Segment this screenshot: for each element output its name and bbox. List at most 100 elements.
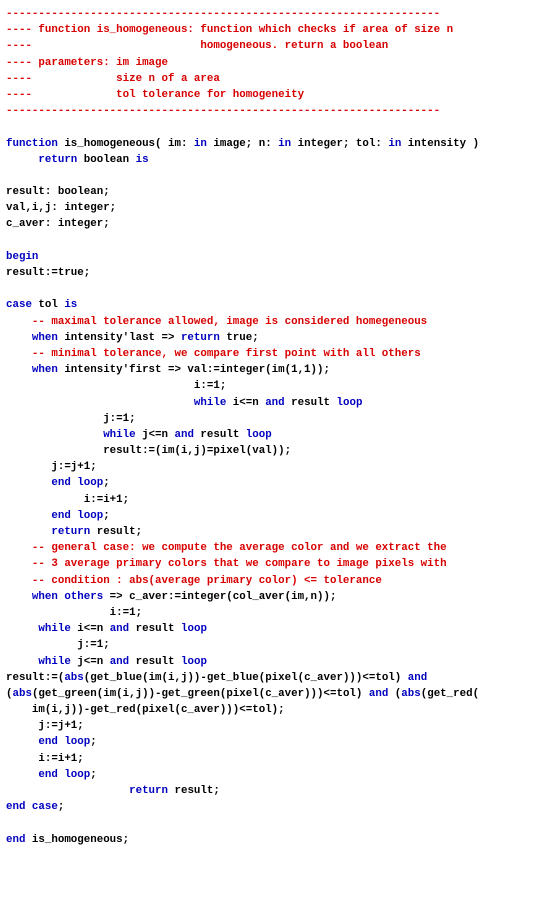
code-line: end loop; bbox=[6, 508, 542, 524]
code-token: ; bbox=[103, 477, 109, 489]
code-token: i:=i+1; bbox=[6, 753, 84, 765]
code-token: (get_blue(im(i,j))-get_blue(pixel(c_aver… bbox=[84, 672, 408, 684]
code-token: is_homogeneous; bbox=[25, 834, 129, 846]
code-token: result:=( bbox=[6, 672, 64, 684]
code-line: when intensity'last => return true; bbox=[6, 330, 542, 346]
code-token: i:=1; bbox=[6, 380, 226, 392]
code-token: and bbox=[175, 429, 194, 441]
code-line: while j<=n and result loop bbox=[6, 427, 542, 443]
code-token: case bbox=[6, 299, 32, 311]
code-token: return bbox=[129, 785, 168, 797]
code-line: return result; bbox=[6, 783, 542, 799]
code-line: -- general case: we compute the average … bbox=[6, 540, 542, 556]
code-token: result bbox=[285, 397, 337, 409]
code-token: while bbox=[103, 429, 135, 441]
code-line: when others => c_aver:=integer(col_aver(… bbox=[6, 589, 542, 605]
code-line: i:=i+1; bbox=[6, 492, 542, 508]
code-token bbox=[6, 623, 38, 635]
code-token: ---- tol tolerance for homogeneity bbox=[6, 89, 304, 101]
code-token: while bbox=[194, 397, 226, 409]
code-token: abs bbox=[401, 688, 420, 700]
code-token: result:=(im(i,j)=pixel(val)); bbox=[6, 445, 291, 457]
code-token bbox=[6, 316, 32, 328]
code-line: ---- homogeneous. return a boolean bbox=[6, 38, 542, 54]
code-token: ---- size n of a area bbox=[6, 73, 220, 85]
code-token: j<=n bbox=[71, 656, 110, 668]
code-line: end loop; bbox=[6, 767, 542, 783]
code-token: end loop bbox=[51, 510, 103, 522]
code-line bbox=[6, 168, 542, 184]
code-token: intensity'first => val:=integer(im(1,1))… bbox=[58, 364, 330, 376]
code-token: ; bbox=[58, 801, 64, 813]
code-token: return bbox=[51, 526, 90, 538]
code-token: => c_aver:=integer(col_aver(im,n)); bbox=[103, 591, 336, 603]
code-token: -- condition : abs(average primary color… bbox=[32, 575, 382, 587]
code-token: intensity ) bbox=[401, 138, 479, 150]
code-line: ---- function is_homogeneous: function w… bbox=[6, 22, 542, 38]
code-token bbox=[6, 591, 32, 603]
code-token: return bbox=[38, 154, 77, 166]
code-token: end loop bbox=[38, 736, 90, 748]
code-listing: ----------------------------------------… bbox=[6, 6, 542, 848]
code-token: i<=n bbox=[226, 397, 265, 409]
code-token: i:=i+1; bbox=[6, 494, 129, 506]
code-token: abs bbox=[64, 672, 83, 684]
code-token: j<=n bbox=[136, 429, 175, 441]
code-line: end loop; bbox=[6, 475, 542, 491]
code-token: image; n: bbox=[207, 138, 278, 150]
code-token: result bbox=[129, 656, 181, 668]
code-token: -- general case: we compute the average … bbox=[32, 542, 447, 554]
code-token: -- minimal tolerance, we compare first p… bbox=[32, 348, 421, 360]
code-token: j:=1; bbox=[6, 639, 110, 651]
code-line: (abs(get_green(im(i,j))-get_green(pixel(… bbox=[6, 686, 542, 702]
code-token bbox=[6, 429, 103, 441]
code-line: j:=j+1; bbox=[6, 718, 542, 734]
code-line: im(i,j))-get_red(pixel(c_aver)))<=tol); bbox=[6, 702, 542, 718]
code-token bbox=[6, 397, 194, 409]
code-token: function bbox=[6, 138, 58, 150]
code-token: -- maximal tolerance allowed, image is c… bbox=[32, 316, 427, 328]
code-token: loop bbox=[337, 397, 363, 409]
code-token: while bbox=[38, 656, 70, 668]
code-line: result:=(im(i,j)=pixel(val)); bbox=[6, 443, 542, 459]
code-line: result:=(abs(get_blue(im(i,j))-get_blue(… bbox=[6, 670, 542, 686]
code-line: j:=j+1; bbox=[6, 459, 542, 475]
code-line: c_aver: integer; bbox=[6, 216, 542, 232]
code-token bbox=[6, 332, 32, 344]
code-token bbox=[6, 575, 32, 587]
code-token: loop bbox=[181, 656, 207, 668]
code-line: ---- parameters: im image bbox=[6, 55, 542, 71]
code-token: i<=n bbox=[71, 623, 110, 635]
code-line bbox=[6, 233, 542, 249]
code-line: ---- size n of a area bbox=[6, 71, 542, 87]
code-token: ( bbox=[388, 688, 401, 700]
code-token: when others bbox=[32, 591, 103, 603]
code-token: end loop bbox=[38, 769, 90, 781]
code-line: ----------------------------------------… bbox=[6, 6, 542, 22]
code-token: c_aver: integer; bbox=[6, 218, 110, 230]
code-line: when intensity'first => val:=integer(im(… bbox=[6, 362, 542, 378]
code-line: end is_homogeneous; bbox=[6, 832, 542, 848]
code-token: j:=j+1; bbox=[6, 720, 84, 732]
code-token bbox=[6, 656, 38, 668]
code-token: im(i,j))-get_red(pixel(c_aver)))<=tol); bbox=[6, 704, 285, 716]
code-line: result:=true; bbox=[6, 265, 542, 281]
code-token: and bbox=[265, 397, 284, 409]
code-token: and bbox=[369, 688, 388, 700]
code-line bbox=[6, 119, 542, 135]
code-token bbox=[6, 785, 129, 797]
code-token: and bbox=[408, 672, 427, 684]
code-token: ---- function is_homogeneous: function w… bbox=[6, 24, 453, 36]
code-token: end bbox=[6, 834, 25, 846]
code-token: i:=1; bbox=[6, 607, 142, 619]
code-token bbox=[6, 558, 32, 570]
code-token: in bbox=[388, 138, 401, 150]
code-token: end loop bbox=[51, 477, 103, 489]
code-token bbox=[6, 154, 38, 166]
code-line: function is_homogeneous( im: in image; n… bbox=[6, 136, 542, 152]
code-line: return boolean is bbox=[6, 152, 542, 168]
code-token: is_homogeneous( im: bbox=[58, 138, 194, 150]
code-line: val,i,j: integer; bbox=[6, 200, 542, 216]
code-token: while bbox=[38, 623, 70, 635]
code-token: ----------------------------------------… bbox=[6, 105, 440, 117]
